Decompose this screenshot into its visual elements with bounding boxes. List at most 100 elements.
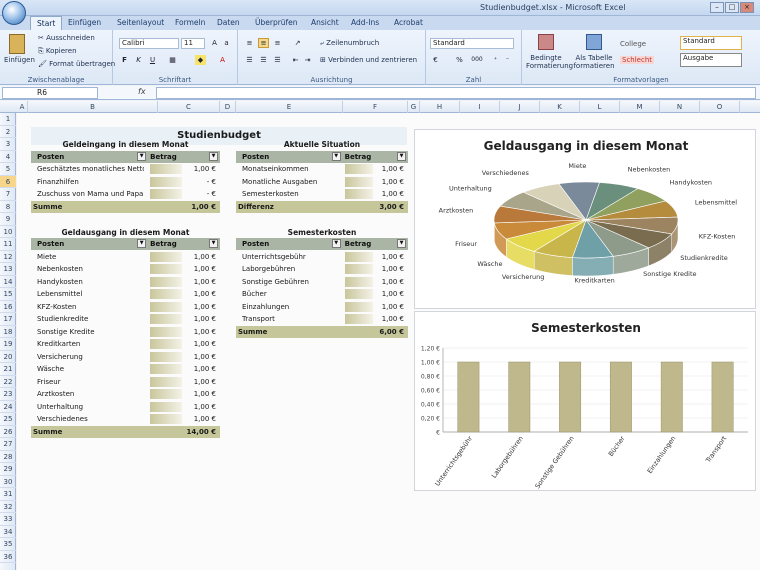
semester-row[interactable]: Einzahlungen 1,00 € <box>236 301 408 314</box>
expense-pie-chart[interactable]: Geldausgang in diesem Monat Miete Nebenkos… <box>414 129 756 309</box>
expenses-row[interactable]: KFZ-Kosten 1,00 € <box>31 301 220 314</box>
semester-row[interactable]: Sonstige Gebühren 1,00 € <box>236 276 408 289</box>
style-schlecht[interactable]: Schlecht <box>620 56 655 64</box>
situation-row[interactable]: Monatliche Ausgaben 1,00 € <box>236 176 408 189</box>
row-header-24[interactable]: 24 <box>0 401 16 413</box>
font-size-select[interactable]: 11 <box>181 38 205 49</box>
row-header-5[interactable]: 5 <box>0 163 16 176</box>
row-header-4[interactable]: 4 <box>0 151 16 163</box>
column-header-D[interactable]: D <box>220 101 236 113</box>
formula-input[interactable] <box>156 87 756 99</box>
expenses-row[interactable]: Sonstige Kredite 1,00 € <box>31 326 220 339</box>
row-header-9[interactable]: 9 <box>0 213 16 226</box>
row-header-34[interactable]: 34 <box>0 526 16 538</box>
tab-seitenlayout[interactable]: Seitenlayout <box>117 16 164 30</box>
column-header-I[interactable]: I <box>460 101 500 113</box>
orientation-button[interactable]: ↗ <box>292 38 303 48</box>
align-top-button[interactable]: ≡ <box>244 38 255 48</box>
style-standard[interactable]: Standard <box>680 36 742 50</box>
row-header-36[interactable]: 36 <box>0 551 16 563</box>
column-header-O[interactable]: O <box>700 101 740 113</box>
row-header-33[interactable]: 33 <box>0 513 16 526</box>
cut-button[interactable]: ✂ Ausschneiden <box>38 34 95 42</box>
shrink-font-button[interactable]: a <box>221 38 232 48</box>
row-header-15[interactable]: 15 <box>0 288 16 301</box>
borders-button[interactable]: ▦ <box>167 55 178 65</box>
column-header-E[interactable]: E <box>236 101 343 113</box>
expenses-row[interactable]: Wäsche 1,00 € <box>31 363 220 376</box>
column-header-K[interactable]: K <box>540 101 580 113</box>
increase-indent-button[interactable]: ⇥ <box>302 55 313 65</box>
expenses-filter-posten[interactable]: ▼ <box>137 239 147 248</box>
semester-filter-posten[interactable]: ▼ <box>331 239 341 248</box>
format-as-table-button[interactable]: Als Tabelle formatieren <box>570 54 618 70</box>
column-header-H[interactable]: H <box>420 101 460 113</box>
row-header-26[interactable]: 26 <box>0 426 16 438</box>
row-header-12[interactable]: 12 <box>0 251 16 263</box>
row-header-22[interactable]: 22 <box>0 376 16 388</box>
row-header-8[interactable]: 8 <box>0 201 16 213</box>
expenses-row[interactable]: Studienkredite 1,00 € <box>31 313 220 326</box>
format-as-table-icon[interactable] <box>586 34 602 50</box>
name-box[interactable]: R6 <box>2 87 98 99</box>
tab-daten[interactable]: Daten <box>217 16 240 30</box>
column-header-N[interactable]: N <box>660 101 700 113</box>
column-header-C[interactable]: C <box>158 101 220 113</box>
row-header-32[interactable]: 32 <box>0 501 16 513</box>
tab-acrobat[interactable]: Acrobat <box>394 16 423 30</box>
column-header-A[interactable]: A <box>17 101 28 113</box>
row-header-7[interactable]: 7 <box>0 188 16 201</box>
income-filter-betrag[interactable]: ▼ <box>209 151 218 161</box>
semester-filter-betrag[interactable]: ▼ <box>397 239 406 248</box>
expenses-row[interactable]: Lebensmittel 1,00 € <box>31 288 220 301</box>
align-center-button[interactable]: ☰ <box>258 55 269 65</box>
row-header-25[interactable]: 25 <box>0 413 16 426</box>
expenses-row[interactable]: Versicherung 1,00 € <box>31 351 220 364</box>
align-left-button[interactable]: ☰ <box>244 55 255 65</box>
tab-ueberpruefen[interactable]: Überprüfen <box>255 16 298 30</box>
row-header-16[interactable]: 16 <box>0 301 16 313</box>
copy-button[interactable]: ⎘ Kopieren <box>38 47 77 56</box>
tab-start[interactable]: Start <box>30 16 63 30</box>
expenses-row[interactable]: Nebenkosten 1,00 € <box>31 263 220 276</box>
income-row[interactable]: Finanzhilfen - € <box>31 176 220 189</box>
align-right-button[interactable]: ☰ <box>272 55 283 65</box>
row-header-20[interactable]: 20 <box>0 351 16 363</box>
situation-row[interactable]: Semesterkosten 1,00 € <box>236 188 408 201</box>
semester-row[interactable]: Laborgebühren 1,00 € <box>236 263 408 276</box>
row-header-18[interactable]: 18 <box>0 326 16 338</box>
percent-button[interactable]: % <box>454 55 465 65</box>
column-header-F[interactable]: F <box>343 101 408 113</box>
row-header-3[interactable]: 3 <box>0 138 16 151</box>
column-header-M[interactable]: M <box>620 101 660 113</box>
decrease-decimal-button[interactable]: ⁻ <box>502 55 513 65</box>
income-row[interactable]: Zuschuss von Mama und Papa - € <box>31 188 220 201</box>
paste-icon[interactable] <box>9 34 25 54</box>
expenses-row[interactable]: Verschiedenes 1,00 € <box>31 413 220 426</box>
tab-add-ins[interactable]: Add-Ins <box>351 16 379 30</box>
situation-filter-betrag[interactable]: ▼ <box>397 151 406 161</box>
column-header-G[interactable]: G <box>408 101 420 113</box>
semester-bar-chart[interactable]: Semesterkosten 1,20 € 1,00 € 0,80 € 0,60 € 0,… <box>414 311 756 491</box>
align-bottom-button[interactable]: ≡ <box>272 38 283 48</box>
tab-ansicht[interactable]: Ansicht <box>311 16 339 30</box>
row-header-31[interactable]: 31 <box>0 488 16 501</box>
row-header-30[interactable]: 30 <box>0 476 16 488</box>
conditional-format-icon[interactable] <box>538 34 554 50</box>
tab-formeln[interactable]: Formeln <box>175 16 205 30</box>
row-header-17[interactable]: 17 <box>0 313 16 326</box>
column-header-L[interactable]: L <box>580 101 620 113</box>
font-name-select[interactable]: Calibri <box>119 38 179 49</box>
style-ausgabe[interactable]: Ausgabe <box>680 53 742 67</box>
font-color-button[interactable]: A <box>217 55 228 65</box>
income-row[interactable]: Geschätztes monatliches Nettoeinkommen 1,… <box>31 163 220 176</box>
fill-color-button[interactable]: ◆ <box>195 55 206 65</box>
semester-row[interactable]: Transport 1,00 € <box>236 313 408 326</box>
row-header-29[interactable]: 29 <box>0 463 16 476</box>
row-header-28[interactable]: 28 <box>0 451 16 463</box>
expenses-row[interactable]: Friseur 1,00 € <box>31 376 220 389</box>
row-header-35[interactable]: 35 <box>0 538 16 551</box>
currency-button[interactable]: € <box>430 55 441 65</box>
format-painter-button[interactable]: 🖌 Format übertragen <box>38 60 115 68</box>
semester-row[interactable]: Bücher 1,00 € <box>236 288 408 301</box>
